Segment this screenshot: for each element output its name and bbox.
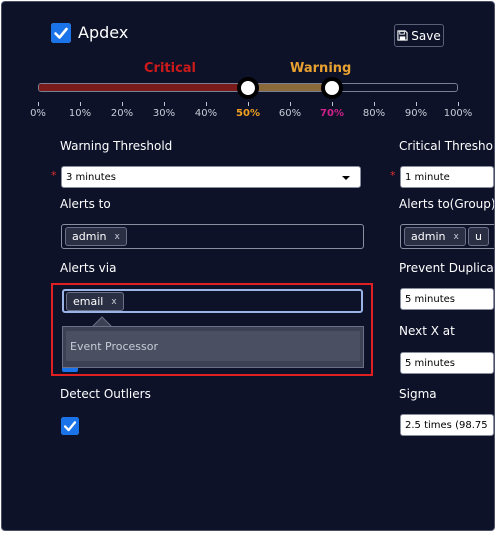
critical-label: Critical [144,61,197,76]
slider-tick-label: 30% [152,108,176,119]
critical-range-fill [39,84,249,91]
slider-tick [122,102,123,106]
detect-outliers-label: Detect Outliers [60,387,151,401]
slider-tick-label: 0% [30,108,46,119]
alerts-to-group-input[interactable]: admin x u [400,224,494,249]
next-x-at-select[interactable]: 5 minutes [400,352,494,374]
slider-tick [374,102,375,106]
slider-tick [332,102,333,106]
tag-email: email x [66,292,124,311]
tag-admin: admin x [65,227,127,246]
alerts-via-dropdown: Event Processor [62,326,364,368]
save-icon [397,30,408,41]
tag-remove-icon[interactable]: x [453,232,458,242]
save-button[interactable]: Save [394,24,444,47]
checkmark-icon [61,417,79,435]
required-marker: * [51,169,57,182]
slider-tick-label: 60% [278,108,302,119]
prevent-duplicates-select[interactable]: 5 minutes [400,288,494,310]
warning-threshold-value: 3 minutes [66,171,117,183]
critical-threshold-handle[interactable] [237,77,259,99]
slider-tick [80,102,81,106]
tag-label: u [475,230,482,243]
required-marker: * [390,169,396,182]
tag-u: u [468,227,489,246]
tag-admin: admin x [404,227,466,246]
slider-tick [416,102,417,106]
critical-threshold-value: 1 minute [405,171,450,183]
tag-remove-icon[interactable]: x [111,297,116,307]
next-x-at-value: 5 minutes [405,357,456,369]
alerts-via-label: Alerts via [60,261,117,275]
slider-tick-label: 10% [68,108,92,119]
warning-threshold-label: Warning Threshold [60,139,173,153]
slider-tick-label: 50% [236,108,260,119]
apdex-panel: Apdex Save Critical Warning 0% 10% 20% 30% 4… [1,1,495,531]
alerts-to-input[interactable]: admin x [61,224,364,249]
checkmark-icon [51,23,71,43]
slider-tick [248,102,249,106]
slider-tick-label: 90% [404,108,428,119]
slider-tick [38,102,39,106]
warning-threshold-select[interactable]: 3 minutes [61,166,361,188]
save-button-label: Save [411,28,441,43]
warning-threshold-handle[interactable] [321,77,343,99]
sigma-value: 2.5 times (98.75 [405,419,488,431]
alerts-to-label: Alerts to [60,197,111,211]
slider-tick [164,102,165,106]
tag-label: admin [72,230,107,243]
slider-tick [290,102,291,106]
prevent-duplicates-value: 5 minutes [405,293,456,305]
critical-threshold-select[interactable]: 1 minute [400,166,494,188]
chevron-down-icon [342,176,350,180]
dropdown-option-event-processor[interactable]: Event Processor [66,331,360,361]
slider-tick-label: 80% [362,108,386,119]
next-x-at-label: Next X at [399,324,455,338]
slider-tick [458,102,459,106]
sigma-label: Sigma [399,387,437,401]
prevent-duplicates-label: Prevent Duplica [399,261,494,275]
tag-label: email [73,295,104,308]
apdex-enable-checkbox[interactable] [51,23,71,43]
alerts-to-group-label: Alerts to(Group) [399,197,495,211]
tag-label: admin [411,230,446,243]
warning-label: Warning [290,61,352,76]
dropdown-option-label: Event Processor [70,339,158,353]
slider-tick-label: 70% [320,108,344,119]
detect-outliers-checkbox[interactable] [61,417,79,435]
slider-tick-label: 40% [194,108,218,119]
sigma-select[interactable]: 2.5 times (98.75 [400,414,494,436]
page-title: Apdex [78,23,129,42]
alerts-via-input[interactable]: email x [62,289,363,313]
slider-tick [206,102,207,106]
slider-tick-label: 20% [110,108,134,119]
critical-threshold-label: Critical Thresho [399,139,493,153]
slider-tick-label: 100% [443,108,473,119]
tag-remove-icon[interactable]: x [114,232,119,242]
